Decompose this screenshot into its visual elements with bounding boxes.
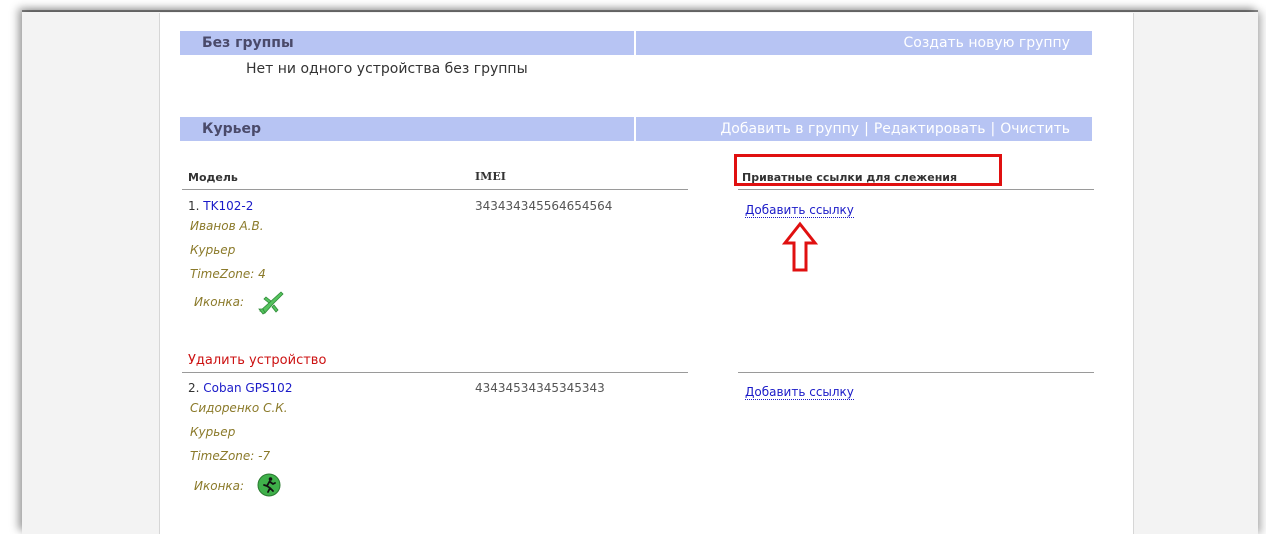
column-header-imei: IMEI [475, 170, 506, 183]
device-index: 1. [188, 199, 200, 213]
divider [738, 372, 1094, 373]
device-group: Курьер [190, 243, 236, 257]
group-title: Курьер [180, 117, 634, 141]
add-link-button[interactable]: Добавить ссылку [745, 385, 854, 400]
highlight-box [734, 154, 1002, 186]
device-icon-label: Иконка: [194, 295, 245, 309]
device-imei: 343434345564654564 [475, 199, 613, 213]
device-imei: 43434534345345343 [475, 381, 605, 395]
group-title: Без группы [180, 31, 634, 55]
device-model: 1. TK102-2 [188, 199, 253, 213]
device-index: 2. [188, 381, 200, 395]
delete-device-link[interactable]: Удалить устройство [188, 353, 326, 368]
add-link-button[interactable]: Добавить ссылку [745, 203, 854, 218]
divider [738, 189, 1094, 190]
divider [182, 372, 688, 373]
device-icon-label: Иконка: [194, 479, 245, 493]
add-to-group-link[interactable]: Добавить в группу [720, 121, 859, 137]
device-model: 2. Coban GPS102 [188, 381, 292, 395]
up-arrow-icon [782, 221, 818, 272]
device-group: Курьер [190, 425, 236, 439]
empty-group-note: Нет ни одного устройства без группы [246, 61, 528, 77]
group-header-no-group: Без группы Создать новую группу [180, 31, 1092, 55]
device-owner: Иванов А.В. [190, 219, 264, 233]
clear-group-link[interactable]: Очистить [1000, 121, 1070, 137]
airplane-icon [258, 291, 284, 315]
device-timezone: TimeZone: -7 [190, 449, 271, 463]
edit-group-link[interactable]: Редактировать [874, 121, 986, 137]
content-page: Без группы Создать новую группу Нет ни о… [159, 13, 1134, 534]
separator: | [864, 121, 869, 137]
device-link[interactable]: TK102-2 [203, 199, 253, 213]
divider [182, 189, 688, 190]
device-timezone: TimeZone: 4 [190, 267, 266, 281]
runner-icon [257, 473, 281, 497]
create-group-link[interactable]: Создать новую группу [903, 35, 1070, 51]
column-header-model: Модель [188, 171, 238, 184]
group-header-courier: Курьер Добавить в группу | Редактировать… [180, 117, 1092, 141]
device-owner: Сидоренко С.К. [190, 401, 288, 415]
device-link[interactable]: Coban GPS102 [203, 381, 292, 395]
separator: | [990, 121, 996, 137]
